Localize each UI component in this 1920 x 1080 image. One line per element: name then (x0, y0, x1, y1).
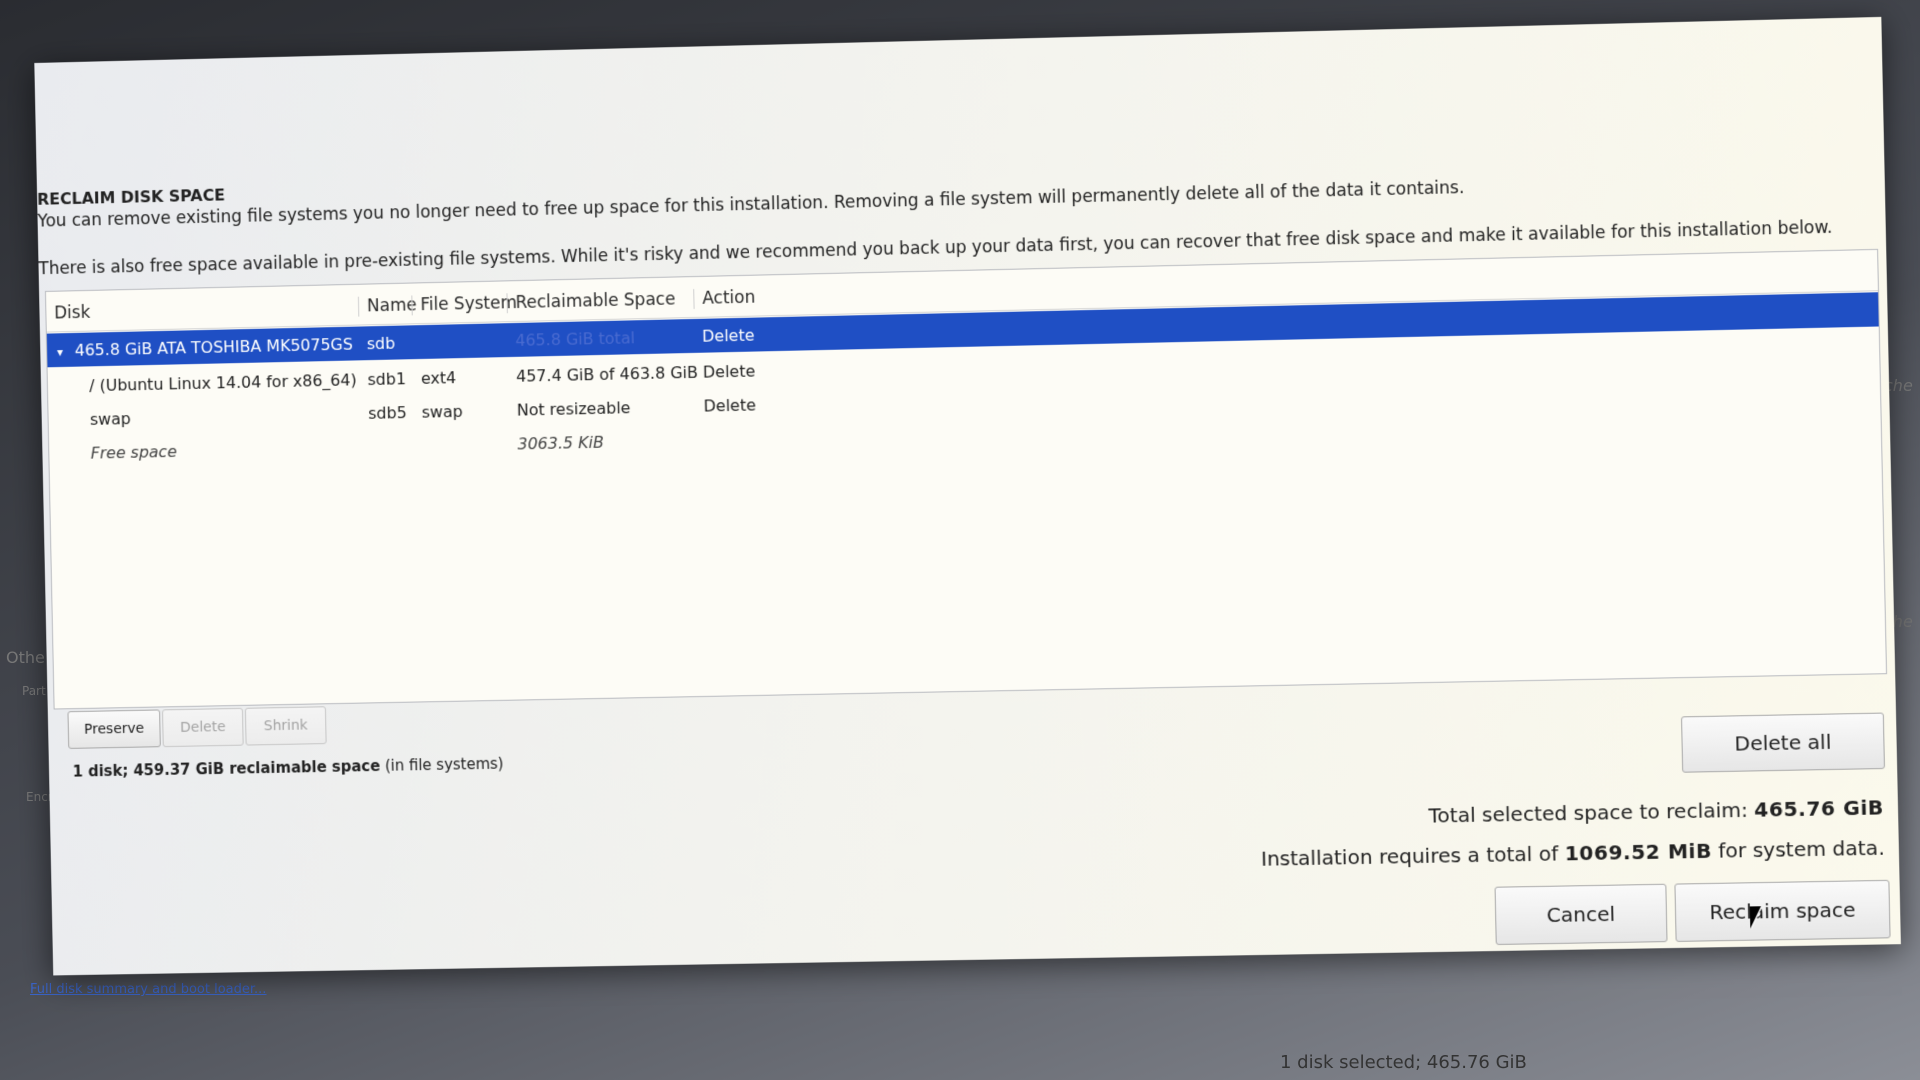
row-filesystem-cell: swap (421, 401, 463, 422)
column-header-action[interactable]: Action (693, 287, 756, 309)
reclaimable-summary: 1 disk; 459.37 GiB reclaimable space (in… (72, 755, 503, 781)
row-disk-cell: swap (89, 409, 131, 429)
requires-prefix: Installation requires a total of (1260, 841, 1565, 871)
preserve-button[interactable]: Preserve (67, 709, 161, 749)
requires-suffix: for system data. (1711, 835, 1885, 863)
reclaim-disk-space-dialog: RECLAIM DISK SPACE You can remove existi… (34, 16, 1901, 976)
disk-selected-status: 1 disk selected; 465.76 GiB (1280, 1052, 1527, 1073)
expander-triangle-icon[interactable]: ▾ (57, 345, 75, 359)
cancel-button[interactable]: Cancel (1494, 883, 1668, 945)
shrink-button[interactable]: Shrink (244, 706, 327, 746)
bg-partitioning-label: Part (22, 684, 46, 698)
row-action-cell: Delete (701, 325, 755, 346)
row-disk-cell: Free space (90, 441, 178, 463)
row-name-cell: sdb5 (368, 403, 407, 423)
column-header-name[interactable]: Name (357, 295, 417, 317)
column-header-reclaimable[interactable]: Reclaimable Space (506, 289, 676, 314)
column-header-filesystem[interactable]: File System (411, 293, 518, 316)
summary-middle: reclaimable space (223, 756, 381, 778)
requires-value: 1069.52 MiB (1564, 838, 1713, 866)
row-action-cell: Delete (702, 361, 756, 382)
total-selected-prefix: Total selected space to reclaim: (1428, 797, 1755, 828)
row-reclaimable-cell: 457.4 GiB of 463.8 GiB (515, 362, 699, 386)
row-filesystem-cell: ext4 (420, 368, 457, 388)
disk-table[interactable]: Disk Name File System Reclaimable Space … (44, 248, 1888, 710)
summary-prefix: 1 disk; (72, 761, 134, 781)
full-disk-summary-link[interactable]: Full disk summary and boot loader... (30, 982, 266, 997)
summary-amount: 459.37 GiB (133, 759, 225, 780)
reclaim-space-button[interactable]: Reclaim space (1674, 879, 1891, 942)
row-reclaimable-cell: 465.8 GiB total (515, 328, 636, 350)
row-disk-cell: / (Ubuntu Linux 14.04 for x86_64) (89, 370, 357, 396)
column-header-disk[interactable]: Disk (54, 303, 90, 324)
total-selected-value: 465.76 GiB (1753, 795, 1885, 822)
row-disk-cell: ▾ 465.8 GiB ATA TOSHIBA MK5075GS (57, 335, 353, 361)
summary-suffix: (in file systems) (380, 754, 504, 775)
delete-all-button[interactable]: Delete all (1681, 712, 1885, 773)
row-reclaimable-cell: Not resizeable (516, 398, 631, 420)
delete-button[interactable]: Delete (162, 707, 244, 748)
dialog-description-1: You can remove existing file systems you… (37, 178, 1465, 232)
total-selected-line: Total selected space to reclaim: 465.76 … (1428, 795, 1884, 827)
disk-label: 465.8 GiB ATA TOSHIBA MK5075GS (74, 334, 354, 360)
row-reclaimable-cell: 3063.5 KiB (517, 432, 605, 454)
dialog-title: RECLAIM DISK SPACE (36, 185, 226, 209)
mouse-pointer-icon (1749, 906, 1762, 929)
row-name-cell: sdb1 (367, 369, 407, 390)
row-name-cell: sdb (366, 333, 396, 354)
bg-other-label: Othe (6, 648, 45, 667)
row-action-cell: Delete (703, 395, 757, 416)
installation-requires-line: Installation requires a total of 1069.52… (1261, 836, 1885, 871)
